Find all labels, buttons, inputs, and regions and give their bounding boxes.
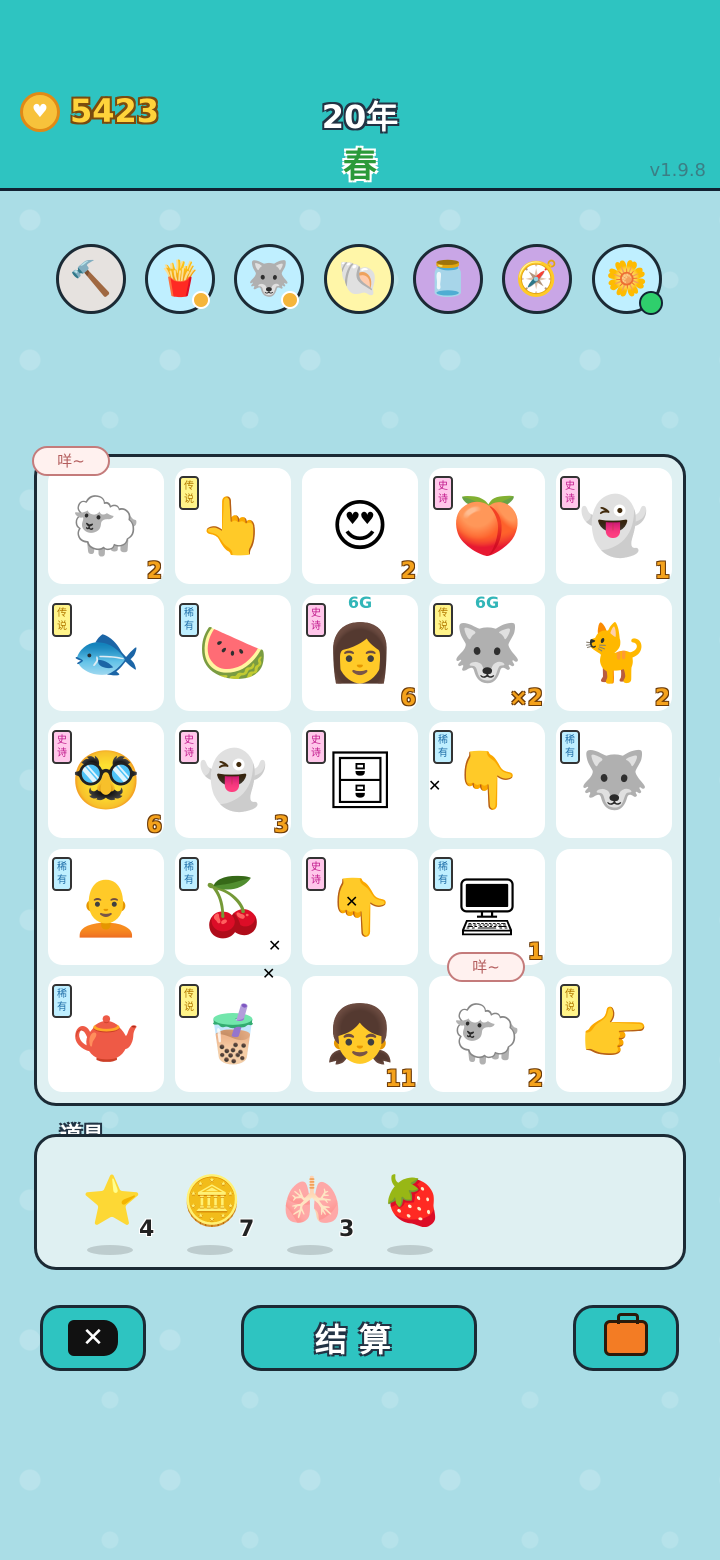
cell-count: 2 (146, 559, 162, 584)
speech-bubble: 咩~ (447, 952, 525, 982)
rarity-badge: 稀有 (179, 603, 199, 637)
top-bar: ♥ 5423 20年 春 v1.9.8 (0, 0, 720, 191)
rarity-badge: 稀有 (433, 730, 453, 764)
cell-count: 6 (400, 686, 416, 711)
jar-icon[interactable]: 🫙 (413, 244, 483, 314)
rarity-badge: 稀有 (179, 857, 199, 891)
cell-count: ×2 (509, 686, 543, 711)
compass-icon[interactable]: 🧭 (502, 244, 572, 314)
settle-button[interactable]: 结算 (241, 1305, 477, 1371)
board-cell[interactable] (556, 849, 672, 965)
rarity-badge: 稀有 (52, 857, 72, 891)
cross-effect-icon: ✕ (262, 964, 276, 983)
heart-tag-icon (281, 291, 299, 309)
cross-effect-icon: ✕ (428, 776, 442, 795)
prop-shadow (87, 1245, 133, 1255)
rarity-badge: 稀有 (560, 730, 580, 764)
bag-button[interactable] (573, 1305, 679, 1371)
board-cell[interactable]: 👻 史诗 1 (556, 468, 672, 584)
board-cell[interactable]: 🫖 稀有 (48, 976, 164, 1092)
coin-prop[interactable]: 🪙 7 (177, 1165, 257, 1255)
star-prop[interactable]: ⭐ 4 (77, 1165, 157, 1255)
cell-top-label: 6G (347, 593, 373, 612)
board-cell[interactable]: 🐈 2 (556, 595, 672, 711)
board-cell[interactable]: 😍 2 (302, 468, 418, 584)
rarity-badge: 传说 (179, 476, 199, 510)
prop-shadow (187, 1245, 233, 1255)
board-cell[interactable]: 👧 11 (302, 976, 418, 1092)
cell-count: 1 (527, 940, 543, 965)
board-cell[interactable]: 🐑 2 (429, 976, 545, 1092)
rarity-badge: 传说 (52, 603, 72, 637)
board-cell[interactable]: 👇 稀有 (429, 722, 545, 838)
rarity-badge: 稀有 (433, 857, 453, 891)
cross-effect-icon: ✕ (345, 892, 359, 911)
close-button[interactable]: ✕ (40, 1305, 146, 1371)
cell-count: 2 (527, 1067, 543, 1092)
board-cell[interactable]: 👉 传说 (556, 976, 672, 1092)
board-cell[interactable]: 🧋 传说 (175, 976, 291, 1092)
star-icon: ⭐ (82, 1172, 142, 1229)
rarity-badge: 史诗 (560, 476, 580, 510)
meat-prop[interactable]: 🫁 3 (277, 1165, 357, 1255)
shell-icon[interactable]: 🐚 (324, 244, 394, 314)
rarity-badge: 传说 (560, 984, 580, 1018)
board-cell[interactable]: 🖥 稀有 1 (429, 849, 545, 965)
coin-icon: 🪙 (182, 1172, 242, 1229)
board-cell[interactable]: 🗄 史诗 (302, 722, 418, 838)
version-label: v1.9.8 (649, 160, 706, 181)
cell-count: 3 (273, 813, 289, 838)
strawberry-icon: 🍓 (382, 1172, 442, 1229)
settle-label: 结算 (314, 1321, 403, 1359)
cell-count: 6 (146, 813, 162, 838)
cross-effect-icon: ✕ (268, 936, 282, 955)
rarity-badge: 史诗 (433, 476, 453, 510)
husky-icon[interactable]: 🐺 (234, 244, 304, 314)
board-cell[interactable]: 👻 史诗 3 (175, 722, 291, 838)
prop-shadow (287, 1245, 333, 1255)
meat-icon: 🫁 (282, 1172, 342, 1229)
rarity-badge: 传说 (179, 984, 199, 1018)
board-cell[interactable]: 🐺 稀有 (556, 722, 672, 838)
board-cell[interactable]: 🐟 传说 (48, 595, 164, 711)
rarity-badge: 稀有 (52, 984, 72, 1018)
prop-shadow (387, 1245, 433, 1255)
props-panel: ⭐ 4 🪙 7 🫁 3 🍓 (34, 1134, 686, 1270)
cell-count: 2 (400, 559, 416, 584)
rarity-badge: 史诗 (306, 857, 326, 891)
heart-tag-icon (192, 291, 210, 309)
rarity-badge: 史诗 (306, 730, 326, 764)
prop-count: 7 (239, 1217, 255, 1242)
board-cell[interactable]: 🍉 稀有 (175, 595, 291, 711)
rarity-badge: 史诗 (52, 730, 72, 764)
cell-count: 2 (654, 686, 670, 711)
fries-icon[interactable]: 🍟 (145, 244, 215, 314)
prop-count: 4 (139, 1217, 155, 1242)
cell-count: 1 (654, 559, 670, 584)
board-cell[interactable]: 🍑 史诗 (429, 468, 545, 584)
board-cell[interactable]: 🧑‍🦲 稀有 (48, 849, 164, 965)
rarity-badge: 史诗 (179, 730, 199, 764)
close-icon: ✕ (68, 1320, 118, 1356)
year-label: 20年 (321, 98, 399, 136)
season-label: 春 (343, 146, 377, 186)
board-cell[interactable]: 👇 史诗 (302, 849, 418, 965)
board-cell[interactable]: 👩 史诗 6G 6 (302, 593, 418, 711)
hammer-icon[interactable]: 🔨 (56, 244, 126, 314)
board-cell[interactable]: 👆 传说 (175, 468, 291, 584)
strawberry-prop[interactable]: 🍓 (377, 1165, 457, 1255)
briefcase-icon (604, 1313, 648, 1356)
speech-bubble: 咩~ (32, 446, 110, 476)
flower-pot-icon[interactable]: 🌼 (592, 244, 663, 315)
notification-dot (639, 291, 663, 315)
cell-count: 11 (385, 1067, 416, 1092)
cell-item-icon (556, 849, 672, 965)
board-cell[interactable]: 🐺 传说 6G ×2 (429, 593, 545, 711)
cell-top-label: 6G (474, 593, 500, 612)
board-cell[interactable]: 🥸 史诗 6 (48, 722, 164, 838)
board-cell[interactable]: 🐑 2 (48, 468, 164, 584)
prop-count: 3 (339, 1217, 355, 1242)
